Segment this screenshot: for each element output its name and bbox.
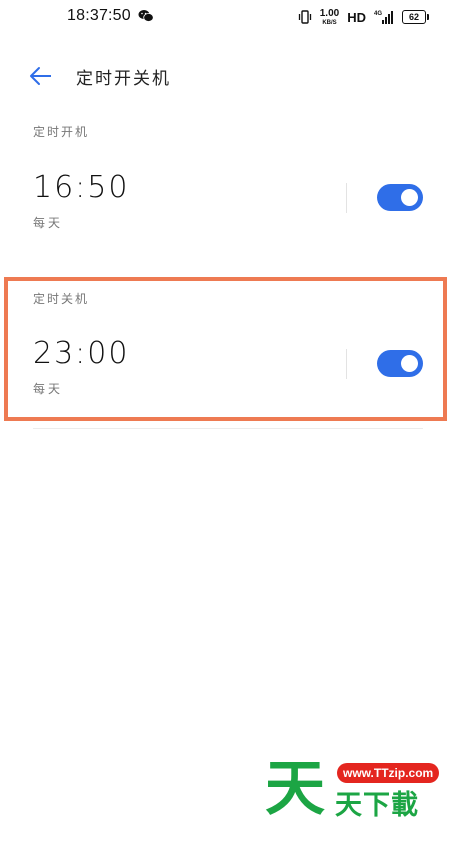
watermark-text: 天下載 [335, 790, 419, 821]
power-on-section-label: 定时开机 [33, 125, 90, 139]
watermark-big-char: 天 [265, 754, 325, 824]
wechat-icon [138, 10, 154, 22]
power-on-toggle[interactable] [377, 184, 423, 211]
watermark-logo: 天 www.TTzip.com 天下載 [265, 757, 441, 829]
section-divider [33, 428, 423, 429]
status-bar: 18:37:50 1.00 KB/S HD 4G 62 [0, 0, 456, 34]
status-time: 18:37:50 [67, 7, 131, 24]
vibrate-icon [298, 10, 311, 24]
highlight-box [4, 277, 447, 421]
network-type-label: 4G [374, 11, 382, 17]
network-speed-value: 1.00 [319, 7, 340, 19]
power-on-time[interactable]: 16:50 [33, 170, 129, 205]
hd-badge: HD [347, 9, 366, 25]
network-speed: 1.00 KB/S [319, 7, 340, 26]
status-icons: 1.00 KB/S HD 4G 62 [298, 7, 429, 27]
battery-indicator: 62 [402, 10, 429, 24]
power-on-divider [346, 183, 347, 213]
power-on-repeat: 每天 [33, 216, 64, 230]
power-on-toggle-knob [401, 189, 418, 206]
back-arrow-icon[interactable] [28, 64, 54, 88]
page-title: 定时开关机 [76, 69, 171, 89]
watermark-url: www.TTzip.com [337, 763, 440, 783]
signal-4g-icon: 4G [374, 11, 393, 24]
network-speed-unit: KB/S [322, 19, 337, 26]
